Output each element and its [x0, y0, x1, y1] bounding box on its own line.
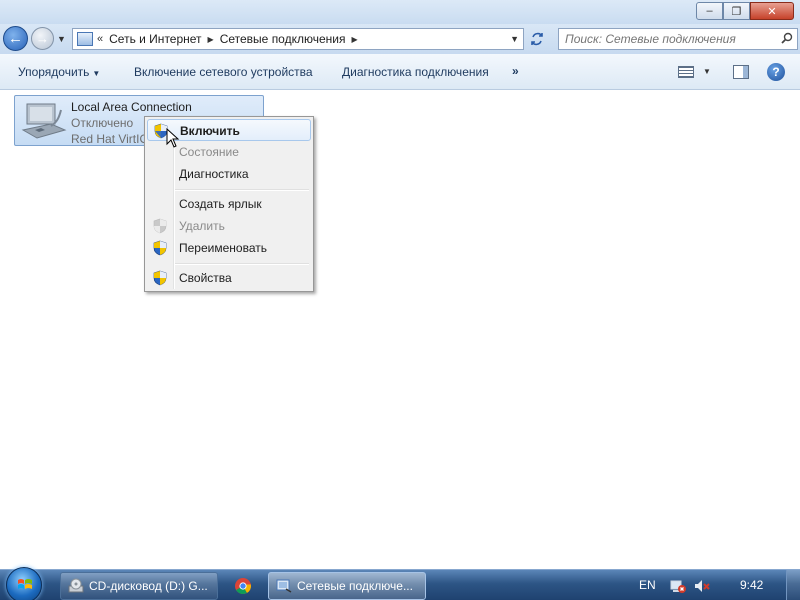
menu-item-rename[interactable]: Переименовать	[147, 237, 311, 259]
search-input[interactable]	[565, 32, 775, 46]
breadcrumb-network-connections[interactable]: Сетевые подключения	[220, 32, 346, 46]
uac-shield-icon	[153, 270, 167, 286]
uac-shield-icon	[153, 240, 167, 256]
volume-muted-icon[interactable]	[694, 578, 710, 594]
breadcrumb-separator-icon[interactable]: ▶	[208, 35, 214, 44]
network-adapter-icon	[21, 103, 67, 139]
maximize-button[interactable]: ❐	[723, 2, 750, 20]
more-commands-button[interactable]: »	[512, 64, 519, 78]
menu-item-label: Переименовать	[179, 241, 267, 255]
taskbar-item-cd-drive[interactable]: CD-дисковод (D:) G...	[60, 572, 218, 600]
connection-name: Local Area Connection	[71, 100, 192, 114]
help-icon[interactable]: ?	[767, 63, 785, 81]
menu-item-create-shortcut[interactable]: Создать ярлык	[147, 193, 311, 215]
change-view-icon[interactable]	[678, 66, 694, 78]
back-button[interactable]: ←	[3, 26, 28, 51]
chevron-down-icon: ▼	[92, 69, 101, 78]
close-button[interactable]: ✕	[750, 2, 794, 20]
forward-button[interactable]: →	[31, 27, 54, 50]
menu-item-label: Включить	[180, 124, 240, 138]
menu-item-label: Создать ярлык	[179, 197, 262, 211]
control-panel-icon	[77, 32, 93, 46]
taskbar-item-label: CD-дисковод (D:) G...	[89, 579, 208, 593]
chrome-icon	[235, 578, 252, 594]
window-titlebar: – ❐ ✕	[0, 0, 800, 24]
menu-item-label: Удалить	[179, 219, 225, 233]
breadcrumb-network-internet[interactable]: Сеть и Интернет	[109, 32, 201, 46]
refresh-button[interactable]	[528, 30, 546, 48]
refresh-icon	[531, 32, 543, 46]
search-box[interactable]	[558, 28, 798, 50]
enable-device-button[interactable]: Включение сетевого устройства	[134, 65, 313, 79]
organize-label: Упорядочить	[18, 65, 90, 79]
cd-drive-icon	[68, 578, 84, 593]
navigation-bar: ← → ▼ « Сеть и Интернет ▶ Сетевые подклю…	[0, 24, 800, 54]
menu-item-diagnose[interactable]: Диагностика	[147, 163, 311, 185]
taskbar-item-chrome[interactable]	[222, 572, 264, 600]
network-status-icon[interactable]	[670, 578, 686, 594]
minimize-button[interactable]: –	[696, 2, 723, 20]
menu-item-label: Диагностика	[179, 167, 249, 181]
taskbar: CD-дисковод (D:) G... Сетевые подключе..…	[0, 567, 800, 600]
taskbar-item-label: Сетевые подключе...	[297, 579, 413, 593]
taskbar-item-network-connections[interactable]: Сетевые подключе...	[268, 572, 426, 600]
menu-item-label: Состояние	[179, 145, 239, 159]
address-dropdown-icon[interactable]: ▼	[510, 34, 519, 44]
diagnose-button[interactable]: Диагностика подключения	[342, 65, 489, 79]
menu-item-label: Свойства	[179, 271, 232, 285]
menu-separator	[175, 263, 309, 265]
menu-item-delete[interactable]: Удалить	[147, 215, 311, 237]
preview-pane-icon[interactable]	[733, 65, 749, 79]
language-indicator[interactable]: EN	[639, 578, 656, 592]
clock[interactable]: 9:42	[740, 578, 763, 592]
start-button[interactable]	[6, 567, 42, 600]
breadcrumb-overflow[interactable]: «	[97, 33, 103, 45]
recent-pages-dropdown[interactable]: ▼	[57, 34, 66, 44]
view-options-dropdown[interactable]: ▼	[703, 67, 711, 76]
show-desktop-button[interactable]	[786, 570, 800, 600]
connection-device: Red Hat VirtIO	[71, 132, 149, 146]
file-list-area[interactable]: Local Area Connection Отключено Red Hat …	[0, 91, 800, 569]
address-bar[interactable]: « Сеть и Интернет ▶ Сетевые подключения …	[72, 28, 524, 50]
uac-shield-icon	[153, 218, 167, 234]
network-connections-icon	[276, 579, 292, 593]
search-icon[interactable]	[781, 32, 793, 44]
breadcrumb-separator-icon[interactable]: ▶	[351, 35, 357, 44]
menu-item-properties[interactable]: Свойства	[147, 267, 311, 289]
organize-button[interactable]: Упорядочить ▼	[18, 65, 100, 79]
window-controls: – ❐ ✕	[696, 2, 794, 20]
menu-separator	[175, 189, 309, 191]
command-bar: Упорядочить ▼ Включение сетевого устройст…	[0, 54, 800, 90]
connection-status: Отключено	[71, 116, 134, 130]
mouse-cursor-icon	[166, 128, 180, 148]
windows-logo-icon	[18, 579, 32, 589]
